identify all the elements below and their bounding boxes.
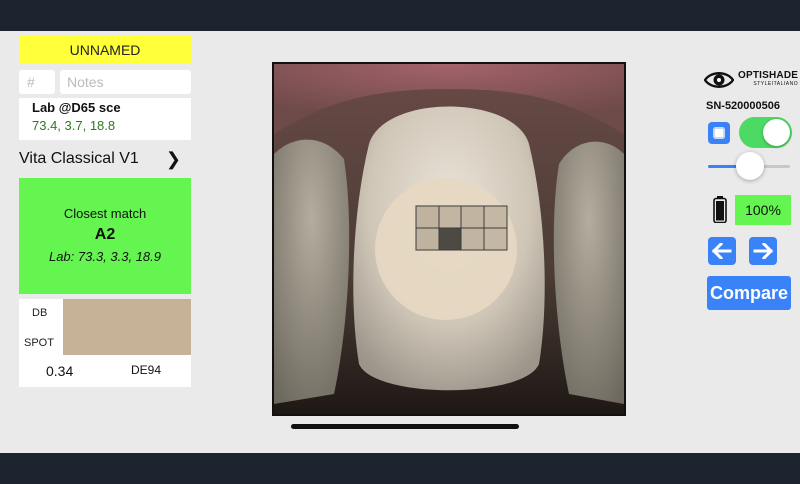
tooth-image <box>274 64 624 414</box>
arrow-left-icon <box>712 243 732 259</box>
stop-icon <box>713 127 725 139</box>
delta-e-value: 0.34 <box>46 363 74 379</box>
lab-values: 73.4, 3.7, 18.8 <box>32 118 116 133</box>
shade-comparison-area: DB SPOT 0.34 DE94 <box>19 299 191 387</box>
delta-e-label: DE94 <box>131 363 162 377</box>
brand-name: OPTISHADE <box>738 70 799 81</box>
notes-field[interactable]: Notes <box>60 70 191 94</box>
brand-logo: OPTISHADE STYLEITALIANO <box>704 70 798 90</box>
tooth-camera-view[interactable] <box>272 62 626 416</box>
library-name: Vita Classical V1 <box>19 150 139 167</box>
chevron-right-icon: ❯ <box>165 148 181 169</box>
toggle-knob <box>763 119 790 146</box>
slider-thumb[interactable] <box>736 152 764 180</box>
measurement-grid <box>415 205 508 251</box>
capture-button[interactable] <box>708 122 730 144</box>
eye-icon <box>704 72 734 88</box>
shade-library-selector[interactable]: Vita Classical V1 ❯ <box>19 147 191 171</box>
compare-button[interactable]: Compare <box>707 276 791 310</box>
brand-subtitle: STYLEITALIANO <box>753 81 799 87</box>
number-field[interactable]: # <box>19 70 55 94</box>
bottom-letterbox <box>0 453 800 484</box>
spot-label: SPOT <box>24 337 54 349</box>
lab-title: Lab @D65 sce <box>32 100 121 115</box>
closest-match-lab: Lab: 73.3, 3.3, 18.9 <box>48 249 162 264</box>
next-button[interactable] <box>749 237 777 265</box>
home-indicator[interactable] <box>291 424 519 429</box>
closest-match-label: Closest match <box>63 206 147 221</box>
previous-button[interactable] <box>708 237 736 265</box>
db-label: DB <box>32 307 48 319</box>
closest-match-shade: A2 <box>94 226 116 243</box>
shade-swatch <box>63 299 191 355</box>
top-letterbox <box>0 0 800 31</box>
serial-number: SN-520000506 <box>706 100 781 112</box>
measured-lab-box: Lab @D65 sce 73.4, 3.7, 18.8 <box>19 98 191 140</box>
shade-name-field[interactable]: UNNAMED <box>19 36 191 64</box>
battery-level: 100% <box>735 195 791 225</box>
closest-match-box: Closest match A2 Lab: 73.3, 3.3, 18.9 <box>19 178 191 294</box>
live-toggle[interactable] <box>739 117 792 148</box>
brightness-slider[interactable] <box>708 152 790 180</box>
battery-icon <box>713 196 727 223</box>
arrow-right-icon <box>753 243 773 259</box>
